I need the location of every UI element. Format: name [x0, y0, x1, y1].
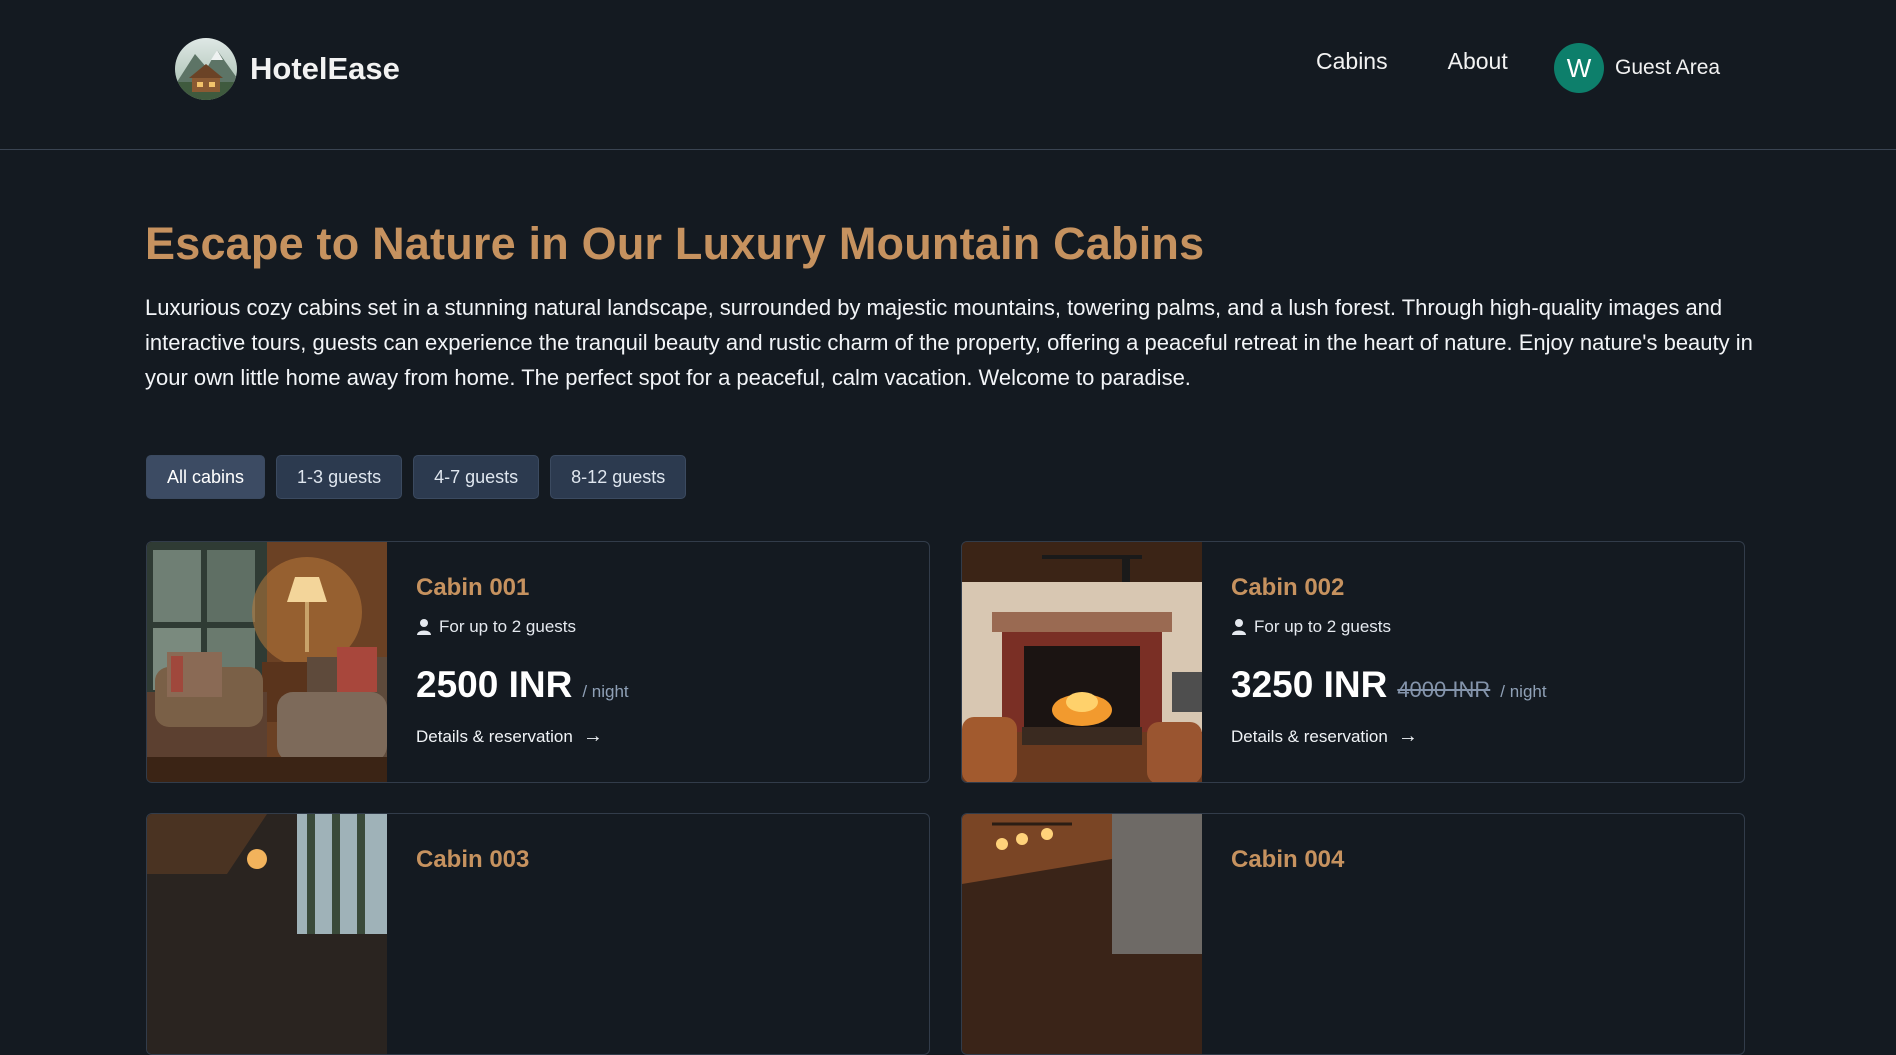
- user-icon: [1232, 619, 1246, 635]
- guest-area-link[interactable]: W Guest Area: [1554, 43, 1720, 93]
- details-reservation-link[interactable]: Details & reservation →: [1231, 725, 1418, 748]
- guest-filter: All cabins 1-3 guests 4-7 guests 8-12 gu…: [146, 455, 697, 499]
- cabin-name: Cabin 003: [416, 846, 530, 873]
- brand-name: HotelEase: [250, 51, 400, 86]
- page-description: Luxurious cozy cabins set in a stunning …: [145, 295, 1753, 390]
- cabin-capacity: For up to 2 guests: [1231, 617, 1391, 637]
- cabin-capacity-text: For up to 2 guests: [439, 617, 577, 636]
- filter-4-7-guests-button[interactable]: 4-7 guests: [413, 455, 540, 499]
- cabin-image: [147, 814, 387, 1054]
- price-value: 2500 INR: [416, 664, 573, 705]
- site-header: HotelEase Cabins About W Guest Area: [0, 0, 1896, 150]
- logo-image: [175, 38, 237, 100]
- cabin-image: [147, 542, 387, 782]
- arrow-right-icon: →: [1397, 725, 1418, 747]
- page-title: Escape to Nature in Our Luxury Mountain …: [145, 218, 1205, 269]
- user-icon: [417, 619, 431, 635]
- arrow-right-icon: →: [582, 725, 603, 747]
- cabin-name: Cabin 001: [416, 574, 530, 601]
- price-unit: / night: [582, 682, 629, 701]
- cabin-image: [962, 814, 1202, 1054]
- nav-link-about[interactable]: About: [1448, 46, 1508, 76]
- filter-all-cabins-button[interactable]: All cabins: [146, 455, 266, 499]
- logo-link[interactable]: HotelEase: [175, 38, 400, 100]
- cabin-price: 2500 INR / night: [416, 664, 629, 706]
- cabin-capacity-text: For up to 2 guests: [1254, 617, 1392, 636]
- cabin-card: Cabin 001 For up to 2 guests 2500 INR / …: [146, 541, 930, 783]
- guest-area-label: Guest Area: [1615, 56, 1721, 79]
- cabin-name: Cabin 002: [1231, 574, 1345, 601]
- details-reservation-label: Details & reservation: [416, 726, 573, 746]
- details-reservation-link[interactable]: Details & reservation →: [416, 725, 603, 748]
- details-reservation-label: Details & reservation: [1231, 726, 1388, 746]
- cabin-card: Cabin 003: [146, 813, 930, 1055]
- cabin-price: 3250 INR 4000 INR / night: [1231, 664, 1547, 706]
- filter-1-3-guests-button[interactable]: 1-3 guests: [276, 455, 403, 499]
- cabin-capacity: For up to 2 guests: [416, 617, 576, 637]
- main-nav: Cabins About: [1316, 46, 1508, 76]
- price-value: 3250 INR: [1231, 664, 1388, 705]
- avatar: W: [1554, 43, 1604, 93]
- price-unit: / night: [1500, 682, 1547, 701]
- nav-link-cabins[interactable]: Cabins: [1316, 46, 1388, 76]
- cabin-card: Cabin 004: [961, 813, 1745, 1055]
- cabin-image: [962, 542, 1202, 782]
- regular-price: 4000 INR: [1397, 677, 1491, 702]
- filter-8-12-guests-button[interactable]: 8-12 guests: [550, 455, 687, 499]
- cabin-name: Cabin 004: [1231, 846, 1345, 873]
- cabin-card: Cabin 002 For up to 2 guests 3250 INR 40…: [961, 541, 1745, 783]
